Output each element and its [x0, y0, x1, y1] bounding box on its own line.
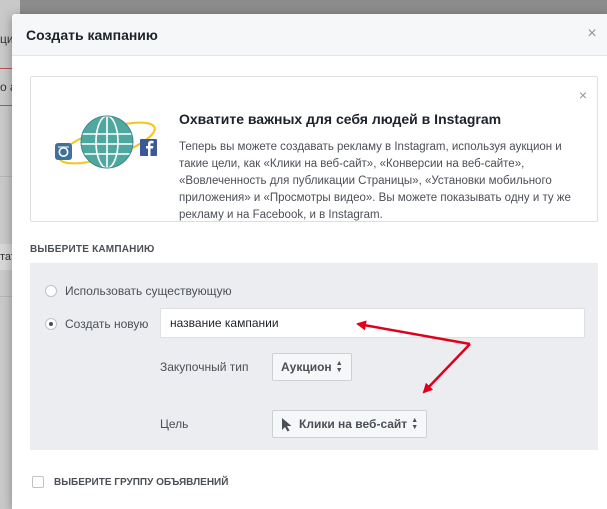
- chevron-up-down-icon: ▲ ▼: [411, 417, 419, 431]
- facebook-icon: [140, 139, 157, 156]
- instagram-icon: [55, 143, 72, 160]
- chevron-up-down-icon: ▲ ▼: [335, 360, 343, 374]
- objective-label: Цель: [160, 417, 189, 431]
- objective-value: Клики на веб-сайт: [299, 417, 408, 431]
- objective-select[interactable]: Клики на веб-сайт ▲ ▼: [272, 410, 428, 438]
- select-campaign-heading: ВЫБЕРИТЕ КАМПАНИЮ: [30, 244, 155, 255]
- use-existing-label: Использовать существующую: [65, 284, 232, 298]
- cursor-icon: [282, 417, 292, 431]
- select-ad-set-label: ВЫБЕРИТЕ ГРУППУ ОБЪЯВЛЕНИЙ: [54, 476, 229, 488]
- use-existing-radio[interactable]: [45, 285, 57, 297]
- buying-type-value: Аукцион: [281, 360, 332, 374]
- close-icon[interactable]: ×: [585, 26, 599, 42]
- use-existing-option[interactable]: Использовать существующую: [45, 284, 232, 298]
- create-campaign-dialog: Создать кампанию × × Охватите важных для…: [12, 14, 607, 509]
- promo-title: Охватите важных для себя людей в Instagr…: [179, 111, 502, 127]
- instagram-promo-banner: × Охватите важных для себя людей в Insta…: [30, 76, 598, 222]
- dialog-header: Создать кампанию ×: [12, 14, 607, 56]
- create-new-radio[interactable]: [45, 318, 57, 330]
- create-new-label: Создать новую: [65, 317, 149, 331]
- buying-type-label: Закупочный тип: [160, 360, 249, 374]
- campaign-selection-panel: Использовать существующую Создать новую …: [30, 263, 598, 450]
- campaign-name-input[interactable]: название кампании: [160, 308, 585, 338]
- create-new-option[interactable]: Создать новую: [45, 317, 148, 331]
- globe-icon: [80, 115, 134, 169]
- select-ad-set-option[interactable]: ВЫБЕРИТЕ ГРУППУ ОБЪЯВЛЕНИЙ: [32, 476, 228, 488]
- promo-illustration: [55, 115, 157, 169]
- buying-type-select[interactable]: Аукцион ▲ ▼: [272, 353, 352, 381]
- dismiss-promo-close-icon[interactable]: ×: [579, 87, 587, 103]
- select-ad-set-checkbox[interactable]: [32, 476, 44, 488]
- promo-description: Теперь вы можете создавать рекламу в Ins…: [179, 141, 571, 221]
- dialog-title: Создать кампанию: [26, 27, 158, 43]
